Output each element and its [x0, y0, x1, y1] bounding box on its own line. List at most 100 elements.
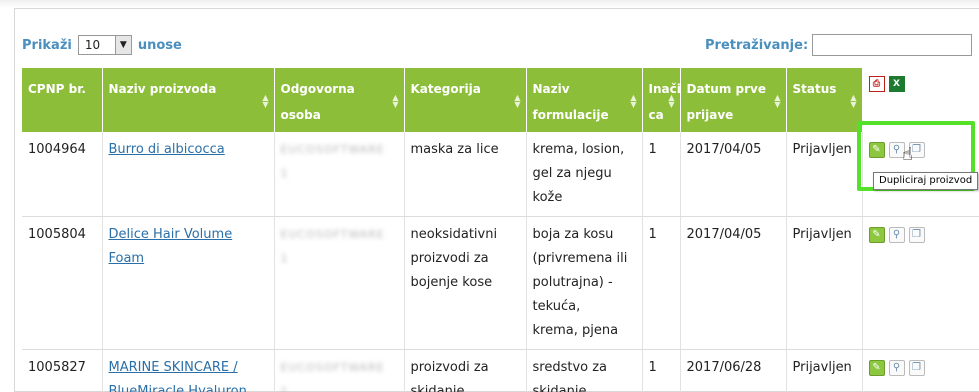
tooltip: Dupliciraj proizvod	[873, 172, 979, 190]
product-link[interactable]: Burro di albicocca	[109, 142, 225, 157]
product-link-line: Delice Hair Volume	[108, 227, 233, 242]
sort-icon: ▲ ▼	[668, 93, 675, 109]
table-row: 1005827 MARINE SKINCARE / BlueMiracle Hya…	[22, 349, 979, 392]
col-header-label: Inači	[648, 82, 681, 96]
person-name-blurred: EUCOSOFTWARE	[280, 361, 385, 374]
formulation-line: krema, pjena	[532, 323, 619, 338]
product-link[interactable]: Delice Hair Volume Foam	[109, 227, 233, 266]
category-line: proizvodi za	[410, 360, 489, 375]
col-header-category[interactable]: Kategorija ▲ ▼	[404, 68, 527, 132]
formulation-line: gel za njegu	[532, 166, 612, 181]
cell-version: 1	[642, 349, 681, 392]
cell-cpnp: 1005827	[22, 349, 103, 392]
page-length-select[interactable]: 10 ▼	[77, 35, 132, 55]
search-control: Pretraživanje:	[705, 34, 973, 56]
col-header-label: CPNP br.	[28, 82, 86, 96]
sort-icon: ▲ ▼	[850, 93, 857, 109]
page-length-value: 10	[84, 38, 101, 52]
copy-icon[interactable]: ❐	[908, 360, 925, 376]
entries-label: unose	[137, 37, 182, 53]
top-shadow	[0, 0, 979, 8]
col-header-label: Naziv	[532, 82, 570, 96]
export-icons: ⎙ X	[868, 76, 976, 92]
show-label: Prikaži	[22, 37, 72, 53]
cell-status: Prijavljen	[786, 216, 863, 350]
cell-actions: ✎ ⚲ ❐	[862, 216, 979, 350]
row-actions: ✎ ⚲ ❐	[868, 356, 976, 376]
sort-icon: ▲ ▼	[514, 93, 521, 109]
cell-formulation: sredstvo za skidanje	[526, 349, 643, 392]
cell-category: proizvodi za skidanje	[404, 349, 527, 392]
sort-icon: ▲ ▼	[262, 93, 269, 109]
cell-cpnp: 1004964	[22, 132, 103, 217]
excel-icon[interactable]: X	[888, 76, 905, 92]
pdf-icon[interactable]: ⎙	[868, 76, 885, 92]
formulation-line: kože	[532, 190, 563, 205]
cell-category: maska za lice	[404, 132, 527, 217]
formulation-line: sredstvo za	[532, 360, 608, 375]
cell-actions: ✎ ⚲ ❐	[862, 349, 979, 392]
duplicate-icon[interactable]: ✎	[868, 360, 885, 376]
person-name-blurred: 1	[280, 167, 289, 180]
col-header-label: Odgovorna osoba	[280, 82, 355, 122]
table-row: 1005804 Delice Hair Volume Foam EUCOSOFTW…	[22, 216, 979, 350]
category-line: bojenje kose	[410, 275, 493, 290]
product-link-line: Foam	[108, 251, 145, 266]
product-link-line: BlueMiracle Hyaluron	[108, 384, 247, 392]
person-name-blurred: EUCOSOFTWARE	[280, 228, 385, 241]
col-header-cpnp[interactable]: CPNP br.	[22, 68, 103, 132]
product-link[interactable]: MARINE SKINCARE / BlueMiracle Hyaluron	[109, 360, 247, 392]
cell-product: Delice Hair Volume Foam	[102, 216, 275, 350]
col-header-label: formulacije	[532, 108, 609, 122]
formulation-line: tekuća,	[532, 299, 581, 314]
col-header-date[interactable]: Datum prve prijave ▲ ▼	[680, 68, 787, 132]
col-header-label: prijave	[686, 108, 734, 122]
cell-person: EUCOSOFTWARE 1	[274, 349, 405, 392]
product-link-line: MARINE SKINCARE /	[108, 360, 238, 375]
copy-icon[interactable]: ❐	[908, 227, 925, 243]
col-header-formulation[interactable]: Naziv formulacije ▲ ▼	[526, 68, 643, 132]
col-header-status[interactable]: Status ▲ ▼	[786, 68, 863, 132]
col-header-label: ca	[648, 108, 664, 122]
col-header-label: Datum prve	[686, 82, 767, 96]
search-input[interactable]	[812, 34, 973, 56]
person-name-blurred: 1	[280, 252, 289, 265]
cell-version: 1	[642, 216, 681, 350]
col-header-actions: ⎙ X	[862, 68, 979, 132]
person-name-blurred: EUCOSOFTWARE	[280, 143, 385, 156]
search-label: Pretraživanje:	[705, 37, 809, 53]
col-header-version[interactable]: Inači ca ▲ ▼	[642, 68, 681, 132]
col-header-label: Kategorija	[410, 82, 481, 96]
chevron-down-icon[interactable]: ▼	[114, 36, 131, 54]
cell-version: 1	[642, 132, 681, 217]
cell-cpnp: 1005804	[22, 216, 103, 350]
cell-person: EUCOSOFTWARE 1	[274, 132, 405, 217]
cell-formulation: krema, losion, gel za njegu kože	[526, 132, 643, 217]
cell-date: 2017/04/05	[680, 132, 787, 217]
products-table: CPNP br. Naziv proizvoda ▲ ▼ Odgovorna oso…	[22, 68, 979, 392]
cell-date: 2017/06/28	[680, 349, 787, 392]
duplicate-icon[interactable]: ✎	[868, 142, 885, 158]
person-name-blurred: 1	[280, 385, 289, 392]
formulation-line: polutrajna) -	[532, 275, 613, 290]
category-line: skidanje	[410, 384, 465, 392]
cell-status: Prijavljen	[786, 132, 863, 217]
hand-cursor-icon: ☝	[902, 144, 913, 165]
duplicate-icon[interactable]: ✎	[868, 227, 885, 243]
formulation-line: boja za kosu	[532, 227, 614, 242]
cell-status: Prijavljen	[786, 349, 863, 392]
col-header-product[interactable]: Naziv proizvoda ▲ ▼	[102, 68, 275, 132]
category-line: proizvodi za	[410, 251, 489, 266]
table-row: 1004964 Burro di albicocca EUCOSOFTWARE 1…	[22, 132, 979, 217]
magnifier-icon[interactable]: ⚲	[888, 360, 905, 376]
col-header-label: Status	[792, 82, 837, 96]
col-header-person[interactable]: Odgovorna osoba ▲ ▼	[274, 68, 405, 132]
sort-icon: ▲ ▼	[774, 93, 781, 109]
magnifier-icon[interactable]: ⚲	[888, 227, 905, 243]
sort-icon: ▲ ▼	[392, 93, 399, 109]
col-header-label: Naziv proizvoda	[108, 82, 217, 96]
cell-product: Burro di albicocca	[102, 132, 275, 217]
row-actions: ✎ ⚲ ❐	[868, 138, 976, 158]
row-actions: ✎ ⚲ ❐	[868, 223, 976, 243]
cell-date: 2017/04/05	[680, 216, 787, 350]
